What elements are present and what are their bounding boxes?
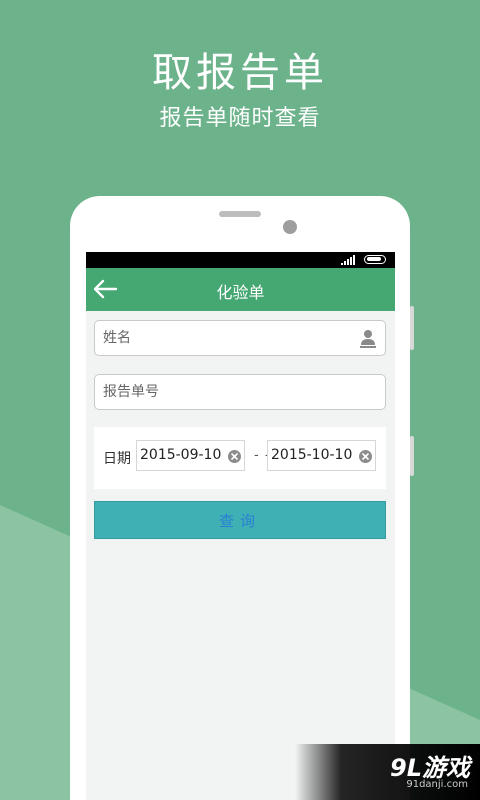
app-bar: 化验单 (86, 268, 395, 311)
watermark: 9L游戏 91danji.com (295, 744, 480, 800)
phone-side-button (410, 436, 414, 476)
end-date-value: 2015-10-10 (271, 447, 353, 463)
start-date-value: 2015-09-10 (140, 447, 222, 463)
battery-icon (364, 255, 386, 264)
phone-camera (283, 220, 297, 234)
clear-icon[interactable] (228, 450, 241, 463)
watermark-logo: 9L游戏 (390, 754, 470, 782)
date-label: 日期 (103, 451, 131, 467)
name-input[interactable] (103, 321, 353, 355)
signal-icon (341, 255, 355, 265)
watermark-url: 91danji.com (406, 779, 468, 790)
report-number-field[interactable] (94, 374, 386, 410)
promo-title: 取报告单 (152, 50, 328, 96)
promo-subtitle: 报告单随时查看 (159, 106, 321, 131)
start-date-field[interactable]: 2015-09-10 (136, 440, 245, 471)
phone-speaker (219, 211, 261, 217)
end-date-field[interactable]: 2015-10-10 (267, 440, 376, 471)
app-screen: 化验单 日期 2015-09-10 - - 2015-10-10 (86, 252, 395, 800)
report-number-input[interactable] (103, 375, 353, 409)
status-bar (86, 252, 395, 268)
name-field[interactable] (94, 320, 386, 356)
query-button[interactable]: 查询 (94, 501, 386, 539)
phone-side-button (410, 306, 414, 350)
page-title: 化验单 (216, 283, 265, 302)
date-range-panel: 日期 2015-09-10 - - 2015-10-10 (94, 427, 386, 489)
clear-icon[interactable] (359, 450, 372, 463)
user-icon (360, 330, 376, 348)
